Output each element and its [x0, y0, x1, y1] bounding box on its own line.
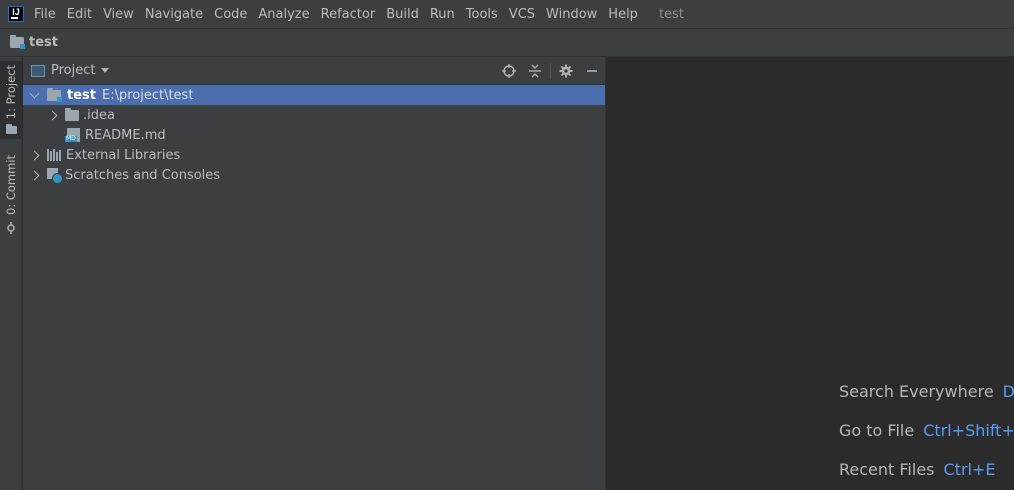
project-tree: test E:\project\test .idea README.md Ext…: [23, 85, 605, 185]
module-folder-icon: [47, 87, 62, 102]
tree-node-readme-label: README.md: [85, 127, 166, 143]
stripe-tab-commit[interactable]: 0: Commit: [0, 151, 22, 239]
stripe-tab-project[interactable]: 1: Project: [0, 61, 22, 140]
hint-label: Search Everywhere: [839, 382, 994, 401]
chevron-right-icon[interactable]: [27, 170, 41, 180]
intellij-logo-icon: IJ: [8, 6, 24, 22]
module-folder-icon: [10, 35, 25, 49]
left-tool-stripe: 1: Project 0: Commit: [0, 57, 22, 490]
hint-shortcut: Ctrl+E: [943, 460, 996, 479]
menu-run[interactable]: Run: [430, 7, 455, 22]
dropdown-caret-icon[interactable]: [101, 68, 110, 73]
tree-node-root[interactable]: test E:\project\test: [23, 85, 605, 105]
minimize-icon: [587, 69, 597, 72]
tree-node-scratches-label: Scratches and Consoles: [65, 167, 221, 183]
hint-search-everywhere: Search Everywhere Double Shift: [839, 372, 1014, 411]
tree-node-readme[interactable]: README.md: [23, 125, 605, 145]
hide-panel-button[interactable]: [579, 60, 605, 82]
menu-window[interactable]: Window: [546, 7, 597, 22]
tree-node-external-libraries[interactable]: External Libraries: [23, 145, 605, 165]
commit-icon: [7, 222, 15, 235]
chevron-right-icon[interactable]: [27, 150, 41, 160]
stripe-tab-project-label: 1: Project: [4, 65, 18, 120]
locate-file-button[interactable]: [496, 60, 522, 82]
menu-tools[interactable]: Tools: [466, 7, 498, 22]
menu-code[interactable]: Code: [214, 7, 247, 22]
project-view-selector[interactable]: Project: [51, 63, 95, 78]
breadcrumb-project[interactable]: test: [10, 35, 58, 50]
hint-label: Recent Files: [839, 460, 935, 479]
breadcrumb-label: test: [29, 35, 58, 50]
project-view-icon: [31, 64, 45, 77]
settings-button[interactable]: [553, 60, 579, 82]
hint-recent-files: Recent Files Ctrl+E: [839, 450, 1014, 489]
window-project-title: test: [658, 6, 684, 22]
editor-area: Search Everywhere Double Shift Go to Fil…: [606, 57, 1014, 490]
stripe-tab-commit-label: 0: Commit: [4, 155, 18, 216]
chevron-down-icon[interactable]: [27, 88, 41, 98]
libraries-icon: [47, 149, 61, 161]
tree-node-external-libraries-label: External Libraries: [66, 147, 181, 163]
menu-view[interactable]: View: [103, 7, 134, 22]
tree-node-idea-label: .idea: [83, 107, 115, 123]
collapse-all-button[interactable]: [522, 60, 548, 82]
chevron-right-icon[interactable]: [45, 110, 59, 120]
menu-build[interactable]: Build: [386, 7, 419, 22]
project-folder-icon: [5, 124, 17, 135]
toolbar-separator: [550, 62, 551, 79]
markdown-file-icon: [65, 128, 80, 142]
menu-help[interactable]: Help: [608, 7, 638, 22]
menu-file[interactable]: File: [34, 7, 56, 22]
menu-navigate[interactable]: Navigate: [145, 7, 203, 22]
tree-node-root-path: E:\project\test: [101, 87, 194, 103]
tree-node-idea[interactable]: .idea: [23, 105, 605, 125]
editor-empty-hints: Search Everywhere Double Shift Go to Fil…: [839, 372, 1014, 489]
menu-edit[interactable]: Edit: [67, 7, 92, 22]
hint-go-to-file: Go to File Ctrl+Shift+N: [839, 411, 1014, 450]
tree-node-scratches[interactable]: Scratches and Consoles: [23, 165, 605, 185]
menu-refactor[interactable]: Refactor: [321, 7, 376, 22]
hint-label: Go to File: [839, 421, 915, 440]
project-panel-header: Project: [23, 57, 605, 85]
scratches-icon: [47, 168, 63, 184]
crosshair-icon: [502, 63, 516, 78]
hint-shortcut: Ctrl+Shift+N: [923, 421, 1014, 440]
menu-bar: IJ File Edit View Navigate Code Analyze …: [0, 0, 1014, 29]
tree-node-root-name: test: [67, 87, 96, 103]
folder-icon: [65, 107, 79, 121]
menu-analyze[interactable]: Analyze: [258, 7, 309, 22]
hint-shortcut: Double Shift: [1002, 382, 1014, 401]
collapse-all-icon: [529, 64, 541, 77]
gear-icon: [559, 64, 573, 77]
navigation-bar: test: [0, 29, 1014, 57]
project-tool-window: Project test E:\project\test .idea MD RE…: [23, 57, 605, 490]
menu-vcs[interactable]: VCS: [509, 7, 535, 22]
